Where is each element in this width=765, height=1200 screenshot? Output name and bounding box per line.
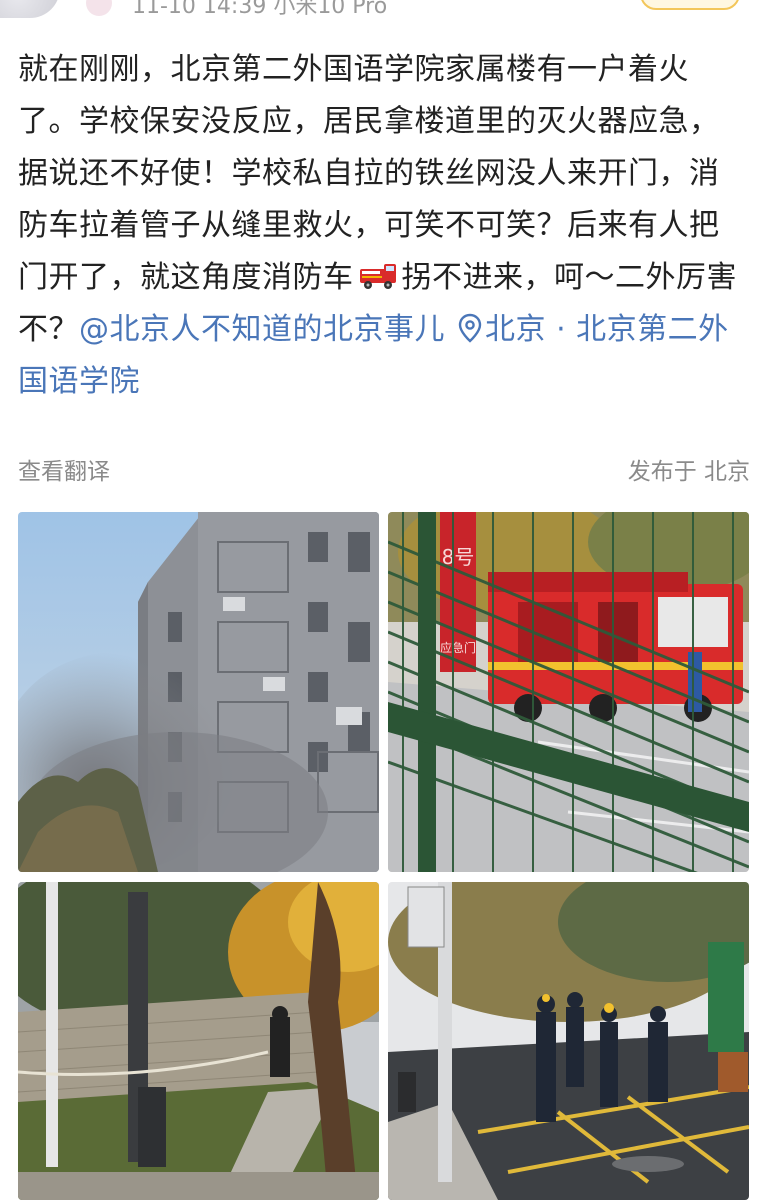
follow-button[interactable] xyxy=(640,0,740,10)
post-body: 就在刚刚，北京第二外国语学院家属楼有一户着火了。学校保安没反应，居民拿楼道里的灭… xyxy=(18,44,748,408)
verified-badge-icon xyxy=(86,0,112,16)
photo-fire-truck-fence[interactable]: 8号 应急门 xyxy=(388,512,749,872)
photo-building-smoke[interactable] xyxy=(18,512,379,872)
post-header: 11-10 14:39 小米10 Pro xyxy=(0,0,765,22)
sign-text: 应急门 xyxy=(440,640,476,655)
photo-street-wall[interactable] xyxy=(18,882,379,1200)
fire-truck xyxy=(488,572,743,722)
translate-link[interactable]: 查看翻译 xyxy=(18,452,110,486)
location-pin-icon xyxy=(457,308,483,343)
post-meta: 11-10 14:39 小米10 Pro xyxy=(132,0,388,19)
photo-firefighters[interactable] xyxy=(388,882,749,1200)
posted-from-label: 发布于 北京 xyxy=(627,459,750,485)
post-actions-row: 查看翻译 发布于 北京 xyxy=(18,452,750,488)
mention-link[interactable]: @北京人不知道的北京事儿 xyxy=(79,312,445,347)
avatar[interactable] xyxy=(0,0,60,18)
fire-engine-icon xyxy=(358,256,398,289)
